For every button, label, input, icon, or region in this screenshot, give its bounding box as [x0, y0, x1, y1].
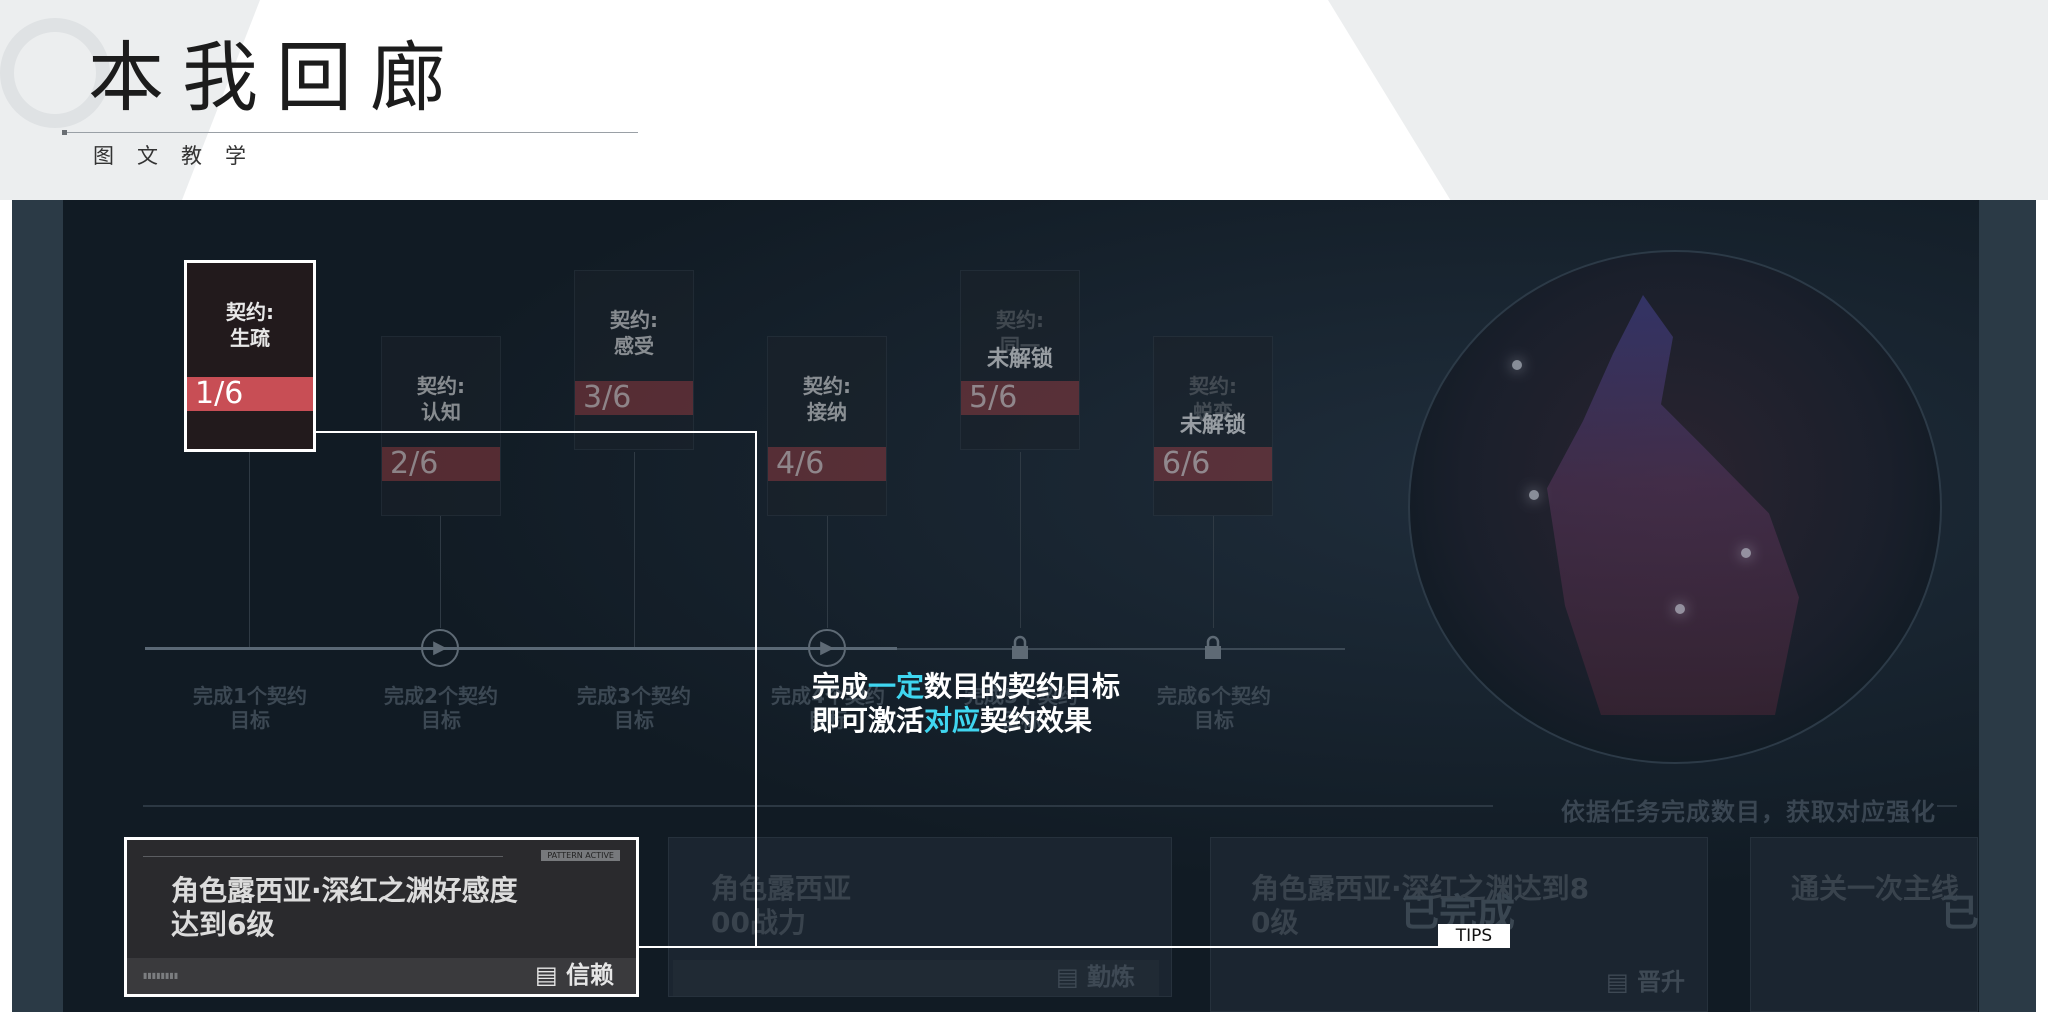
- contract-card-6[interactable]: 契约: 蜕变 未解锁 6/6: [1153, 336, 1273, 516]
- clipboard-icon: ▤: [534, 961, 566, 989]
- task-card-2[interactable]: 角色露西亚 00战力 ▤ 勤炼: [668, 837, 1172, 997]
- callout-line: [313, 431, 757, 433]
- card-stem: [634, 452, 635, 647]
- task-completed-stamp: 已: [1941, 891, 1980, 935]
- timeline-label-3: 完成3个契约 目标: [577, 684, 691, 732]
- card-stem: [827, 516, 828, 628]
- contract-label: 契约: 认知: [417, 374, 465, 424]
- contract-progress: 4/6: [768, 447, 886, 481]
- header-decor-right: [1328, 0, 2048, 200]
- contract-card-2[interactable]: 契约: 认知 2/6: [381, 336, 501, 516]
- callout-line-1: 完成一定数目的契约目标: [812, 670, 1121, 703]
- contract-card-1[interactable]: 契约: 生疏 1/6: [184, 260, 316, 452]
- play-icon[interactable]: ▶: [421, 629, 459, 667]
- task-description: 角色露西亚·深红之渊好感度 达到6级: [171, 874, 518, 941]
- trust-button-label: 信赖: [566, 961, 614, 989]
- constellation-star: [1529, 490, 1539, 500]
- page-subtitle: 图文教学: [93, 144, 269, 168]
- task-card-1[interactable]: PATTERN ACTIVE 角色露西亚·深红之渊好感度 达到6级 ▮▮▮▮▮▮…: [124, 837, 639, 997]
- callout-line: [639, 946, 1439, 948]
- task-tag: PATTERN ACTIVE: [541, 850, 620, 861]
- contract-progress: 1/6: [187, 377, 313, 411]
- contract-progress: 5/6: [961, 381, 1079, 415]
- timeline-label-6: 完成6个契约 目标: [1157, 684, 1271, 732]
- promote-button-label: 晋升: [1637, 968, 1685, 996]
- enhance-hint: 依据任务完成数目，获取对应强化: [1561, 798, 1936, 826]
- clipboard-icon: ▤: [1055, 963, 1087, 991]
- card-stem: [1213, 516, 1214, 628]
- timeline-track-progress: [145, 647, 897, 650]
- task-header-line: [143, 856, 503, 857]
- promote-button[interactable]: ▤ 晋升: [1606, 962, 1685, 997]
- hint-divider-left: [143, 805, 1493, 807]
- constellation-star: [1512, 360, 1522, 370]
- contract-label: 契约: 生疏: [226, 300, 274, 350]
- tutorial-callout: 完成一定数目的契约目标 即可激活对应契约效果: [812, 670, 1120, 738]
- card-stem: [440, 516, 441, 628]
- constellation-star: [1741, 548, 1751, 558]
- contract-progress: 6/6: [1154, 447, 1272, 481]
- tips-badge: TIPS: [1438, 924, 1510, 948]
- page-title: 本我回廊: [88, 33, 464, 122]
- timeline-label-1: 完成1个契约 目标: [193, 684, 307, 732]
- train-button[interactable]: ▤ 勤炼: [1056, 957, 1135, 992]
- lock-icon: [1194, 629, 1232, 667]
- task-description: 角色露西亚 00战力: [711, 872, 852, 939]
- constellation-star: [1675, 604, 1685, 614]
- train-button-label: 勤炼: [1087, 963, 1135, 991]
- contract-card-5[interactable]: 契约: 同一 未解锁 5/6: [960, 270, 1080, 450]
- contract-label: 契约: 感受: [610, 308, 658, 358]
- title-divider: [64, 132, 638, 133]
- task-footer-code: ▮▮▮▮▮▮▮▮: [143, 971, 179, 980]
- timeline-label-2: 完成2个契约 目标: [384, 684, 498, 732]
- contract-label: 契约: 接纳: [803, 374, 851, 424]
- trust-button[interactable]: ▤ 信赖: [535, 955, 614, 990]
- title-divider-dot: [62, 130, 67, 135]
- card-stem: [249, 452, 250, 647]
- task-description: 通关一次主线: [1791, 872, 1960, 905]
- callout-line: [755, 431, 757, 948]
- play-icon[interactable]: ▶: [808, 629, 846, 667]
- contract-progress: 2/6: [382, 447, 500, 481]
- callout-line-2: 即可激活对应契约效果: [812, 704, 1093, 737]
- contract-card-4[interactable]: 契约: 接纳 4/6: [767, 336, 887, 516]
- task-card-4[interactable]: 通关一次主线 已: [1750, 837, 1980, 1012]
- clipboard-icon: ▤: [1605, 968, 1637, 996]
- contract-progress: 3/6: [575, 381, 693, 415]
- contract-lock-label: 未解锁: [986, 347, 1053, 372]
- contract-lock-label: 未解锁: [1179, 413, 1246, 438]
- contract-card-3[interactable]: 契约: 感受 3/6: [574, 270, 694, 450]
- card-stem: [1020, 452, 1021, 628]
- lock-icon: [1001, 629, 1039, 667]
- hint-divider-right: [1937, 805, 1957, 807]
